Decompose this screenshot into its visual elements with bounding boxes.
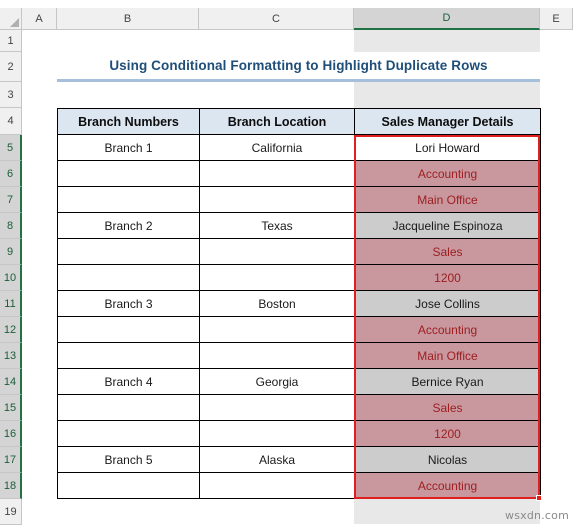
table-row: 1200 (57, 420, 541, 447)
row-header-3[interactable]: 3 (0, 82, 22, 108)
cell-branch-number[interactable] (57, 264, 200, 291)
cell-branch-location[interactable]: Boston (199, 290, 355, 317)
cell-branch-number[interactable]: Branch 2 (57, 212, 200, 239)
cell-branch-number[interactable] (57, 342, 200, 369)
cell-branch-number[interactable]: Branch 1 (57, 134, 200, 161)
cell-sales-manager-detail[interactable]: Accounting (354, 160, 541, 187)
table-row: Sales (57, 238, 541, 265)
cell-branch-location[interactable] (199, 316, 355, 343)
row-header-strip: 1 2 3 4 5 6 7 8 9 10 11 12 13 14 15 16 17 18 19 (0, 30, 22, 525)
cell-branch-number[interactable]: Branch 3 (57, 290, 200, 317)
column-header-strip: ABCDE (0, 8, 573, 30)
data-table: Branch Numbers Branch Location Sales Man… (57, 108, 541, 499)
row-header-9[interactable]: 9 (0, 239, 22, 265)
row-header-8[interactable]: 8 (0, 213, 22, 239)
cell-branch-location[interactable] (199, 186, 355, 213)
cell-branch-location[interactable] (199, 238, 355, 265)
cell-branch-number[interactable]: Branch 5 (57, 446, 200, 473)
column-header-e[interactable]: E (540, 8, 573, 30)
cell-branch-number[interactable] (57, 160, 200, 187)
column-header-b[interactable]: B (57, 8, 199, 30)
col-header-branch-numbers: Branch Numbers (57, 108, 200, 135)
cell-branch-location[interactable]: Georgia (199, 368, 355, 395)
cell-sales-manager-detail[interactable]: 1200 (354, 420, 541, 447)
cell-sales-manager-detail[interactable]: Nicolas (354, 446, 541, 473)
cell-sales-manager-detail[interactable]: Jacqueline Espinoza (354, 212, 541, 239)
cell-sales-manager-detail[interactable]: Accounting (354, 316, 541, 343)
grid-body: Using Conditional Formatting to Highligh… (22, 30, 573, 524)
row-header-17[interactable]: 17 (0, 447, 22, 473)
cell-sales-manager-detail[interactable]: Accounting (354, 472, 541, 499)
watermark: wsxdn.com (505, 509, 569, 522)
table-row: Branch 3 Boston Jose Collins (57, 290, 541, 317)
cell-sales-manager-detail[interactable]: Sales (354, 238, 541, 265)
cell-sales-manager-detail[interactable]: 1200 (354, 264, 541, 291)
cell-sales-manager-detail[interactable]: Bernice Ryan (354, 368, 541, 395)
row-header-14[interactable]: 14 (0, 369, 22, 395)
row-header-6[interactable]: 6 (0, 161, 22, 187)
row-header-1[interactable]: 1 (0, 30, 22, 52)
table-row: Sales (57, 394, 541, 421)
cell-branch-location[interactable]: California (199, 134, 355, 161)
cell-branch-location[interactable] (199, 160, 355, 187)
col-header-branch-location: Branch Location (199, 108, 355, 135)
table-row: Branch 1 California Lori Howard (57, 134, 541, 161)
cell-sales-manager-detail[interactable]: Lori Howard (354, 134, 541, 161)
select-all-triangle-icon (10, 18, 19, 27)
table-row: Accounting (57, 160, 541, 187)
excel-sheet: ABCDE 1 2 3 4 5 6 7 8 9 10 11 12 13 14 15 16 17 18 19 Usin… (0, 0, 573, 525)
table-row: Main Office (57, 342, 541, 369)
table-row: Accounting (57, 316, 541, 343)
column-header-a[interactable]: A (22, 8, 57, 30)
row-header-13[interactable]: 13 (0, 343, 22, 369)
column-header-c[interactable]: C (199, 8, 354, 30)
cell-branch-number[interactable] (57, 394, 200, 421)
cell-branch-location[interactable] (199, 472, 355, 499)
column-header-d[interactable]: D (354, 8, 540, 30)
row-header-11[interactable]: 11 (0, 291, 22, 317)
row-header-5[interactable]: 5 (0, 135, 22, 161)
row-header-19[interactable]: 19 (0, 499, 22, 525)
row-header-7[interactable]: 7 (0, 187, 22, 213)
table-row: 1200 (57, 264, 541, 291)
select-all-corner[interactable] (0, 8, 22, 30)
table-row: Branch 4 Georgia Bernice Ryan (57, 368, 541, 395)
cell-branch-location[interactable]: Alaska (199, 446, 355, 473)
cell-branch-location[interactable] (199, 342, 355, 369)
cell-sales-manager-detail[interactable]: Sales (354, 394, 541, 421)
table-row: Branch 2 Texas Jacqueline Espinoza (57, 212, 541, 239)
table-row: Main Office (57, 186, 541, 213)
cell-branch-number[interactable] (57, 472, 200, 499)
cell-branch-number[interactable] (57, 238, 200, 265)
cell-branch-number[interactable] (57, 420, 200, 447)
row-header-10[interactable]: 10 (0, 265, 22, 291)
cell-branch-number[interactable]: Branch 4 (57, 368, 200, 395)
cell-branch-number[interactable] (57, 316, 200, 343)
row-header-4[interactable]: 4 (0, 108, 22, 135)
cell-branch-location[interactable]: Texas (199, 212, 355, 239)
cell-sales-manager-detail[interactable]: Main Office (354, 186, 541, 213)
table-row: Accounting (57, 472, 541, 499)
row-header-18[interactable]: 18 (0, 473, 22, 499)
cell-branch-location[interactable] (199, 420, 355, 447)
cell-branch-location[interactable] (199, 394, 355, 421)
row-header-15[interactable]: 15 (0, 395, 22, 421)
row-header-16[interactable]: 16 (0, 421, 22, 447)
fill-handle[interactable] (536, 495, 542, 501)
cell-sales-manager-detail[interactable]: Main Office (354, 342, 541, 369)
col-header-sales-manager: Sales Manager Details (354, 108, 541, 135)
cell-branch-location[interactable] (199, 264, 355, 291)
page-title: Using Conditional Formatting to Highligh… (57, 52, 540, 82)
cell-branch-number[interactable] (57, 186, 200, 213)
row-header-12[interactable]: 12 (0, 317, 22, 343)
table-row: Branch 5 Alaska Nicolas (57, 446, 541, 473)
cell-sales-manager-detail[interactable]: Jose Collins (354, 290, 541, 317)
table-header-row: Branch Numbers Branch Location Sales Man… (57, 108, 541, 135)
row-header-2[interactable]: 2 (0, 52, 22, 82)
